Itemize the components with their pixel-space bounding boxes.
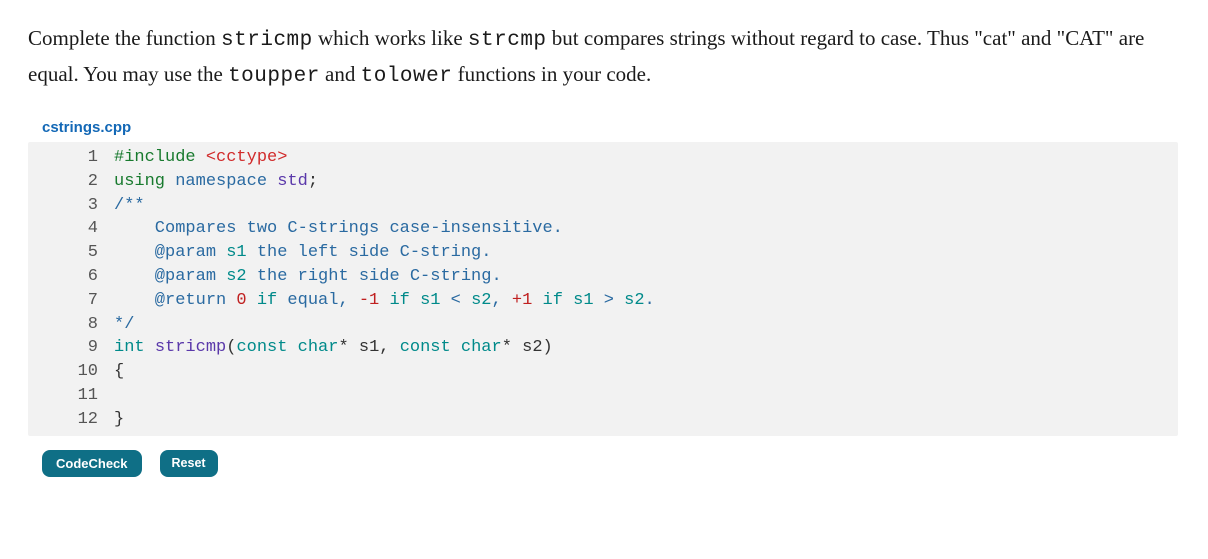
problem-text-4: and — [320, 62, 361, 86]
lineno: 9 — [28, 336, 114, 360]
reset-button[interactable]: Reset — [160, 450, 218, 477]
code-ref-stricmp: stricmp — [221, 29, 313, 52]
token-comment: /** — [114, 196, 145, 215]
token-comment — [410, 291, 420, 310]
token-if: if — [257, 291, 277, 310]
token-comment: the left side C-string. — [247, 243, 492, 262]
code-line-12: 12 } — [28, 408, 1178, 432]
token-namespace: namespace — [175, 172, 267, 191]
token-space — [145, 338, 155, 357]
token-header: <cctype> — [206, 148, 288, 167]
lineno: 3 — [28, 194, 114, 218]
filename-label: cstrings.cpp — [42, 119, 1180, 136]
token-comment: @param — [114, 243, 226, 262]
code-line-1: 1 #include <cctype> — [28, 146, 1178, 170]
lineno: 10 — [28, 360, 114, 384]
token-comment: @return — [114, 291, 236, 310]
code-ref-tolower: tolower — [361, 65, 453, 88]
problem-text-5: functions in your code. — [452, 62, 651, 86]
token-ident: s2 — [471, 291, 491, 310]
token-star: * — [338, 338, 358, 357]
token-if: if — [543, 291, 563, 310]
lineno: 6 — [28, 265, 114, 289]
code-line-2: 2 using namespace std; — [28, 170, 1178, 194]
button-row: CodeCheck Reset — [28, 450, 1180, 477]
token-type: char — [298, 338, 339, 357]
token-comment: the right side C-string. — [247, 267, 502, 286]
token-comment: Compares two C-strings case-insensitive. — [114, 219, 563, 238]
token-num: +1 — [512, 291, 532, 310]
token-comment — [532, 291, 542, 310]
problem-text-1: Complete the function — [28, 26, 221, 50]
token-ident: s1 — [359, 338, 379, 357]
lineno: 4 — [28, 217, 114, 241]
code-line-9: 9 int stricmp(const char* s1, const char… — [28, 336, 1178, 360]
token-comment: . — [645, 291, 655, 310]
token-ident: s2 — [522, 338, 542, 357]
code-line-5: 5 @param s1 the left side C-string. — [28, 241, 1178, 265]
token-include: #include — [114, 148, 206, 167]
token-paren: ( — [226, 338, 236, 357]
lineno: 12 — [28, 408, 114, 432]
token-ident: s2 — [624, 291, 644, 310]
code-line-4: 4 Compares two C-strings case-insensitiv… — [28, 217, 1178, 241]
token-semi: ; — [308, 172, 318, 191]
token-ident: s1 — [573, 291, 593, 310]
codecheck-button[interactable]: CodeCheck — [42, 450, 142, 477]
code-line-10: 10 { — [28, 360, 1178, 384]
token-if: if — [389, 291, 409, 310]
token-comment: equal, — [277, 291, 359, 310]
token-space — [287, 338, 297, 357]
token-type: int — [114, 338, 145, 357]
code-line-6: 6 @param s2 the right side C-string. — [28, 265, 1178, 289]
lineno: 5 — [28, 241, 114, 265]
token-std: std — [277, 172, 308, 191]
token-comment — [247, 291, 257, 310]
problem-statement: Complete the function stricmp which work… — [28, 22, 1168, 93]
token-ident: s1 — [420, 291, 440, 310]
code-line-3: 3 /** — [28, 194, 1178, 218]
lineno: 2 — [28, 170, 114, 194]
token-brace: { — [114, 362, 124, 381]
problem-text-2: which works like — [313, 26, 468, 50]
code-ref-toupper: toupper — [228, 65, 320, 88]
code-line-7: 7 @return 0 if equal, -1 if s1 < s2, +1 … — [28, 289, 1178, 313]
token-comment — [379, 291, 389, 310]
code-line-11: 11 — [28, 384, 1178, 408]
lineno: 7 — [28, 289, 114, 313]
token-funcname: stricmp — [155, 338, 226, 357]
token-num: 0 — [236, 291, 246, 310]
token-comment: > — [594, 291, 625, 310]
code-line-8: 8 */ — [28, 313, 1178, 337]
token-comment — [563, 291, 573, 310]
token-brace: } — [114, 410, 124, 429]
token-num: -1 — [359, 291, 379, 310]
lineno: 1 — [28, 146, 114, 170]
token-space — [451, 338, 461, 357]
token-paren: ) — [543, 338, 553, 357]
token-comment: < — [440, 291, 471, 310]
token-type: const — [400, 338, 451, 357]
token-space — [165, 172, 175, 191]
code-ref-strcmp: strcmp — [468, 29, 547, 52]
token-param: s2 — [226, 267, 246, 286]
token-comment: @param — [114, 267, 226, 286]
token-type: char — [461, 338, 502, 357]
token-comment: , — [492, 291, 512, 310]
lineno: 11 — [28, 384, 114, 408]
token-comma: , — [379, 338, 399, 357]
code-editor[interactable]: 1 #include <cctype> 2 using namespace st… — [28, 142, 1178, 436]
lineno: 8 — [28, 313, 114, 337]
token-using: using — [114, 172, 165, 191]
token-comment: */ — [114, 315, 134, 334]
token-space — [267, 172, 277, 191]
token-param: s1 — [226, 243, 246, 262]
token-type: const — [236, 338, 287, 357]
token-star: * — [502, 338, 522, 357]
